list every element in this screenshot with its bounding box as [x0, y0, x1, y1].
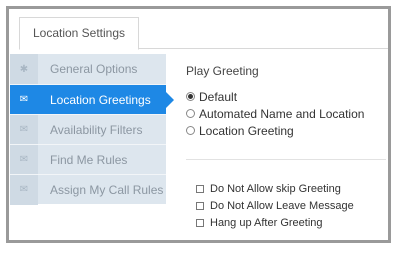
checkbox[interactable] [196, 218, 204, 227]
sidebar-item-label: Assign My Call Rules [50, 182, 164, 197]
envelope-icon: ✉ [10, 144, 38, 175]
sidebar-item-label: Availability Filters [50, 122, 143, 137]
tab-strip: Location Settings [19, 17, 388, 50]
radio-option-location-greeting[interactable]: Location Greeting [186, 122, 387, 139]
checkbox-label: Hang up After Greeting [210, 216, 323, 229]
radio-option-default[interactable]: Default [186, 88, 387, 105]
envelope-icon: ✉ [10, 84, 38, 115]
radio-button[interactable] [186, 92, 195, 101]
tab-location-settings[interactable]: Location Settings [19, 17, 139, 50]
checkbox-label: Do Not Allow skip Greeting [210, 182, 341, 195]
checkbox[interactable] [196, 201, 204, 210]
sidebar-item-availability-filters[interactable]: ✉ Availability Filters [10, 114, 166, 145]
envelope-icon: ✉ [10, 114, 38, 145]
sidebar-item-label: Find Me Rules [50, 152, 128, 167]
checkbox-label: Do Not Allow Leave Message [210, 199, 354, 212]
radio-option-automated-name-location[interactable]: Automated Name and Location [186, 105, 387, 122]
radio-label: Default [199, 89, 238, 104]
sidebar-item-assign-my-call-rules[interactable]: ✉ Assign My Call Rules [10, 174, 166, 205]
radio-label: Location Greeting [199, 123, 294, 138]
greeting-section: Play Greeting Default Automated Name and… [186, 64, 387, 139]
play-greeting-heading: Play Greeting [186, 64, 259, 78]
gear-icon: ✱ [10, 54, 38, 84]
section-divider [186, 159, 386, 160]
sidebar-item-label: Location Greetings [50, 92, 151, 107]
radio-button[interactable] [186, 126, 195, 135]
checkbox[interactable] [196, 184, 204, 193]
checkbox-hang-up-after-greeting[interactable]: Hang up After Greeting [196, 214, 354, 231]
checkbox-no-leave-message[interactable]: Do Not Allow Leave Message [196, 197, 354, 214]
checkbox-no-skip-greeting[interactable]: Do Not Allow skip Greeting [196, 180, 354, 197]
sidebar: ✱ General Options ✉ Location Greetings ✉… [10, 54, 174, 205]
sidebar-item-general-options[interactable]: ✱ General Options [10, 54, 166, 84]
sidebar-item-label: General Options [50, 62, 138, 76]
sidebar-item-location-greetings[interactable]: ✉ Location Greetings [10, 84, 174, 115]
greeting-options: Do Not Allow skip Greeting Do Not Allow … [196, 180, 354, 231]
sidebar-item-find-me-rules[interactable]: ✉ Find Me Rules [10, 144, 166, 175]
radio-button[interactable] [186, 109, 195, 118]
radio-label: Automated Name and Location [199, 106, 365, 121]
envelope-icon: ✉ [10, 174, 38, 205]
